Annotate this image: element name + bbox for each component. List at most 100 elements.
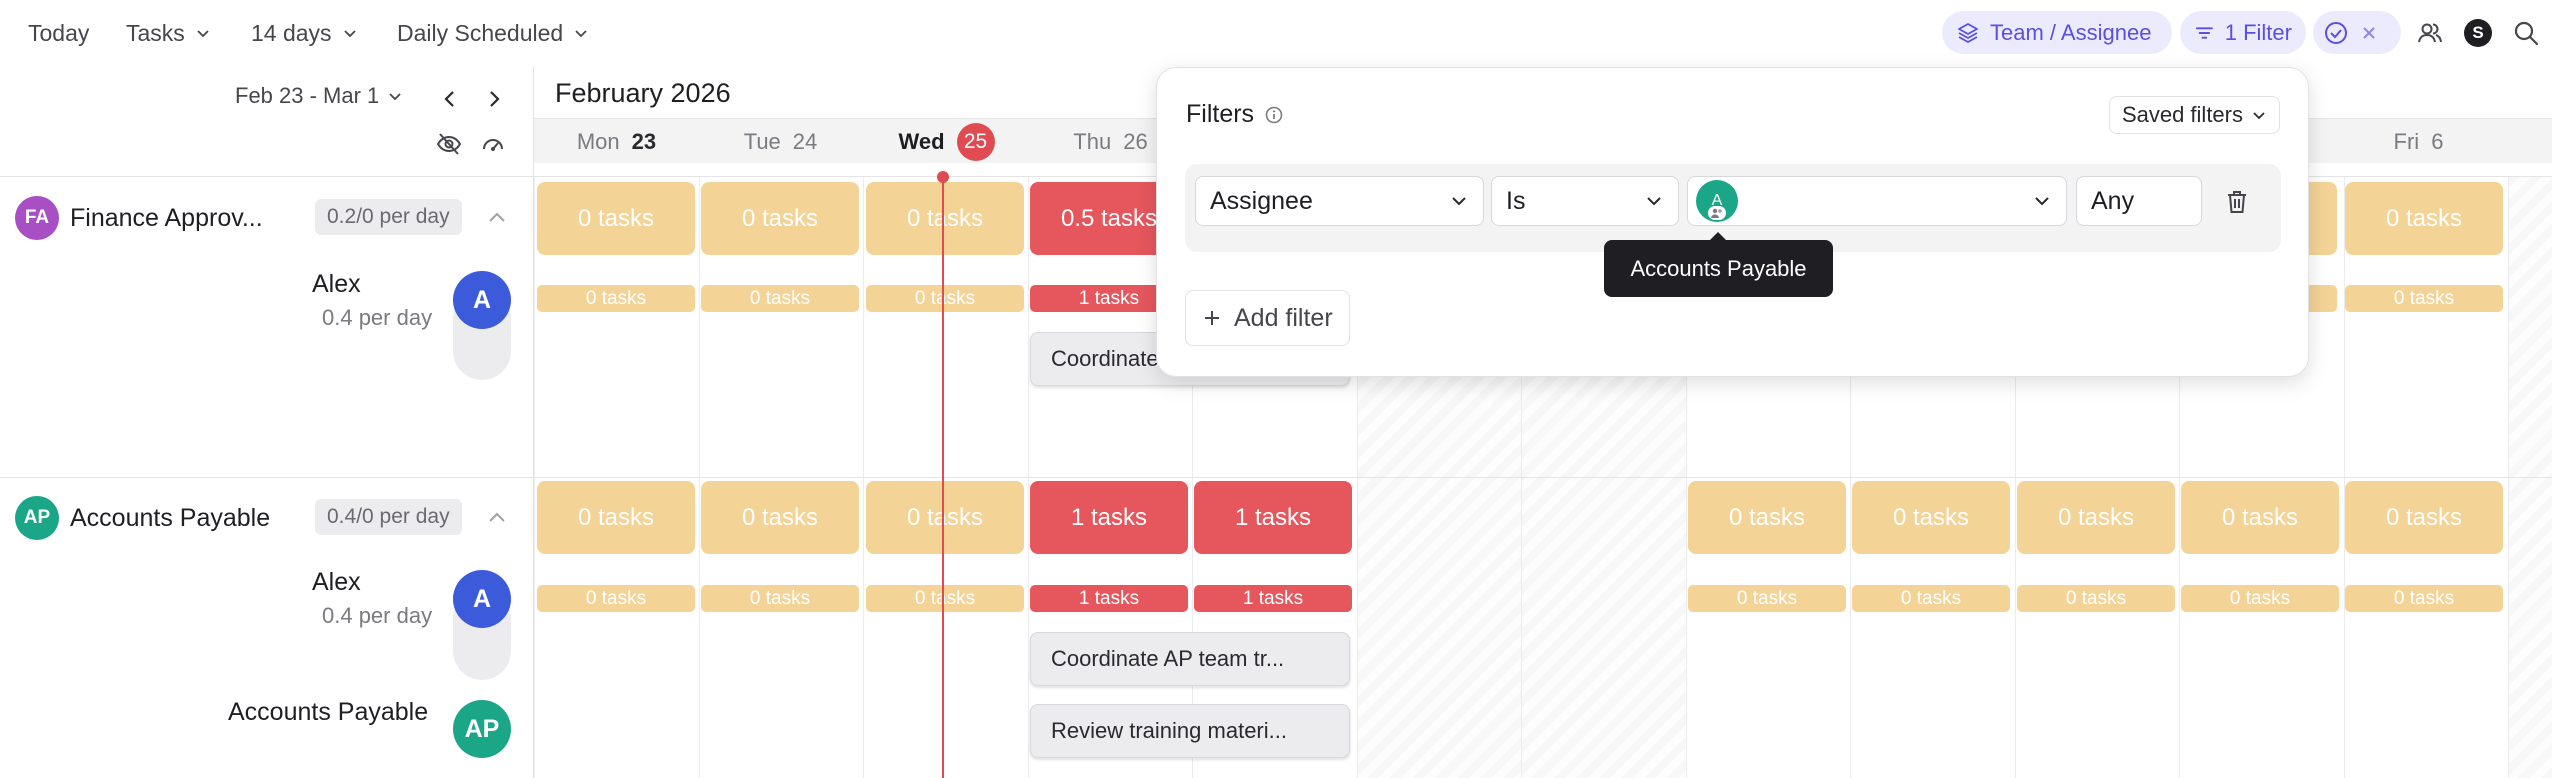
workload-cell[interactable]: 0 tasks (537, 182, 695, 255)
chevron-up-icon[interactable] (486, 207, 508, 229)
filter-icon (2195, 26, 2213, 39)
date-range-dropdown[interactable]: Feb 23 - Mar 1 (235, 83, 403, 109)
day-label-wed-today: Wed 25 (864, 119, 1029, 164)
chevron-down-icon (343, 30, 356, 38)
member-workload-cell[interactable]: 0 tasks (866, 285, 1024, 312)
workload-cell[interactable]: 0 tasks (701, 481, 859, 554)
task-card[interactable]: Coordinate AP team tr... (1030, 632, 1350, 686)
info-icon[interactable] (1264, 105, 1284, 125)
mode-label: Daily Scheduled (397, 19, 564, 46)
plus-icon (1205, 311, 1219, 325)
workload-cell[interactable]: 0 tasks (866, 182, 1024, 255)
eye-off-icon[interactable] (435, 130, 463, 158)
workload-cell[interactable]: 0 tasks (2345, 182, 2503, 255)
divider (0, 477, 2552, 478)
check-circle-icon (2325, 21, 2347, 44)
chevron-down-icon (575, 30, 587, 38)
user-initial: S (2464, 19, 2492, 47)
member-workload-cell[interactable]: 0 tasks (701, 585, 859, 612)
trash-icon[interactable] (2225, 189, 2249, 215)
workload-cell[interactable]: 1 tasks (1030, 481, 1188, 554)
workload-gauge-icon[interactable] (479, 130, 507, 158)
mode-dropdown[interactable]: Daily Scheduled (397, 16, 589, 50)
member-name: Accounts Payable (228, 698, 429, 726)
member-workload-cell[interactable]: 0 tasks (1852, 585, 2010, 612)
filters-title: Filters (1186, 100, 1284, 129)
close-icon[interactable] (2359, 23, 2379, 43)
workload-cell[interactable]: 0 tasks (2345, 481, 2503, 554)
team-assignee-label: Team / Assignee (1990, 19, 2152, 45)
user-avatar[interactable]: S (2461, 16, 2495, 50)
app-root: Today Tasks 14 days Daily Scheduled Team… (0, 0, 2552, 778)
member-rate: 0.4 per day (322, 603, 433, 628)
chevron-down-icon (389, 93, 401, 101)
member-workload-cell[interactable]: 0 tasks (1688, 585, 1846, 612)
member-workload-cell[interactable]: 0 tasks (537, 585, 695, 612)
member-avatar[interactable]: A (453, 271, 511, 329)
assignee-chip-avatar: A (1696, 180, 1738, 222)
member-workload-cell[interactable]: 1 tasks (1194, 585, 1352, 612)
group-avatar: AP (15, 496, 59, 540)
search-icon[interactable] (2509, 16, 2543, 50)
filter-field-select[interactable]: Assignee (1195, 176, 1484, 226)
today-label: Today (28, 19, 90, 46)
workload-cell[interactable]: 0 tasks (1852, 481, 2010, 554)
people-icon[interactable] (2413, 16, 2447, 50)
workload-cell[interactable]: 0 tasks (866, 481, 1024, 554)
today-button[interactable]: Today (28, 16, 89, 50)
member-workload-cell[interactable]: 0 tasks (537, 285, 695, 312)
group-name[interactable]: Finance Approv... (70, 204, 263, 233)
group-icon (1708, 206, 1726, 220)
filter-match-select[interactable]: Any (2076, 176, 2202, 226)
filter-button[interactable]: 1 Filter (2180, 11, 2306, 54)
group-avatar: FA (15, 196, 59, 240)
group-name[interactable]: Accounts Payable (70, 504, 270, 533)
member-name: Alex (312, 568, 361, 596)
workload-cell[interactable]: 0 tasks (1688, 481, 1846, 554)
saved-filters-dropdown[interactable]: Saved filters (2108, 96, 2280, 134)
member-workload-cell[interactable]: 0 tasks (2345, 285, 2503, 312)
team-assignee-button[interactable]: Team / Assignee (1942, 11, 2172, 54)
member-rate: 0.4 per day (322, 305, 433, 330)
chevron-down-icon (2035, 197, 2049, 206)
month-title: February 2026 (555, 78, 731, 108)
group-rate-badge: 0.2/0 per day (315, 199, 462, 235)
workload-cell[interactable]: 0 tasks (2017, 481, 2175, 554)
member-workload-cell[interactable]: 0 tasks (701, 285, 859, 312)
member-name: Alex (312, 270, 361, 298)
member-avatar[interactable]: AP (453, 700, 511, 758)
today-dot (937, 171, 949, 183)
member-workload-cell[interactable]: 0 tasks (2345, 585, 2503, 612)
filter-row: Assignee Is A Any (1185, 164, 2281, 252)
member-workload-cell[interactable]: 0 tasks (866, 585, 1024, 612)
member-workload-cell[interactable]: 0 tasks (2181, 585, 2339, 612)
sidebar-divider (533, 66, 534, 778)
filter-operator-select[interactable]: Is (1491, 176, 1679, 226)
member-avatar[interactable]: A (453, 570, 511, 628)
range-dropdown[interactable]: 14 days (251, 16, 358, 50)
day-label-fri: Fri 6 (2393, 128, 2444, 154)
completed-toggle[interactable] (2313, 11, 2401, 54)
chevron-down-icon (1452, 197, 1466, 206)
member-workload-cell[interactable]: 0 tasks (2017, 585, 2175, 612)
tasks-label: Tasks (126, 19, 185, 46)
chevron-up-icon[interactable] (486, 507, 508, 529)
filter-value-select[interactable]: A (1687, 176, 2067, 226)
workload-cell[interactable]: 1 tasks (1194, 481, 1352, 554)
add-filter-button[interactable]: Add filter (1185, 290, 1350, 346)
member-workload-cell[interactable]: 1 tasks (1030, 585, 1188, 612)
chevron-down-icon (197, 30, 209, 38)
today-line (942, 176, 944, 778)
top-toolbar: Today Tasks 14 days Daily Scheduled Team… (0, 0, 2552, 66)
task-card[interactable]: Review training materi... (1030, 704, 1350, 758)
tooltip: Accounts Payable (1604, 232, 1833, 297)
date-range-label: Feb 23 - Mar 1 (235, 83, 380, 108)
chevron-left-icon[interactable] (439, 88, 461, 110)
tasks-dropdown[interactable]: Tasks (126, 16, 211, 50)
group-rate-badge: 0.4/0 per day (315, 499, 462, 535)
layers-icon (1958, 22, 1978, 43)
workload-cell[interactable]: 0 tasks (701, 182, 859, 255)
workload-cell[interactable]: 0 tasks (537, 481, 695, 554)
workload-cell[interactable]: 0 tasks (2181, 481, 2339, 554)
chevron-right-icon[interactable] (483, 88, 505, 110)
